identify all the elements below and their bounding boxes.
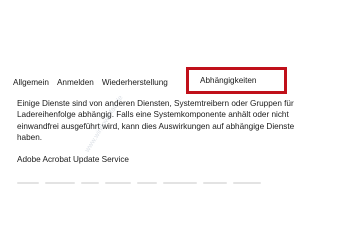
tab-recovery[interactable]: Wiederherstellung bbox=[102, 77, 168, 89]
tab-dependencies-label: Abhängigkeiten bbox=[200, 76, 257, 85]
dependencies-description: Einige Dienste sind von anderen Diensten… bbox=[17, 99, 295, 142]
service-properties-dialog: Allgemein Anmelden Wiederherstellung Abh… bbox=[0, 0, 350, 250]
faded-text-row bbox=[17, 182, 267, 185]
tab-logon[interactable]: Anmelden bbox=[57, 77, 94, 89]
service-name: Adobe Acrobat Update Service bbox=[17, 155, 129, 165]
tab-strip: Allgemein Anmelden Wiederherstellung bbox=[13, 76, 176, 90]
tab-dependencies[interactable]: Abhängigkeiten bbox=[186, 67, 287, 94]
tab-general[interactable]: Allgemein bbox=[13, 77, 49, 89]
dependencies-panel: Einige Dienste sind von anderen Diensten… bbox=[17, 98, 337, 165]
